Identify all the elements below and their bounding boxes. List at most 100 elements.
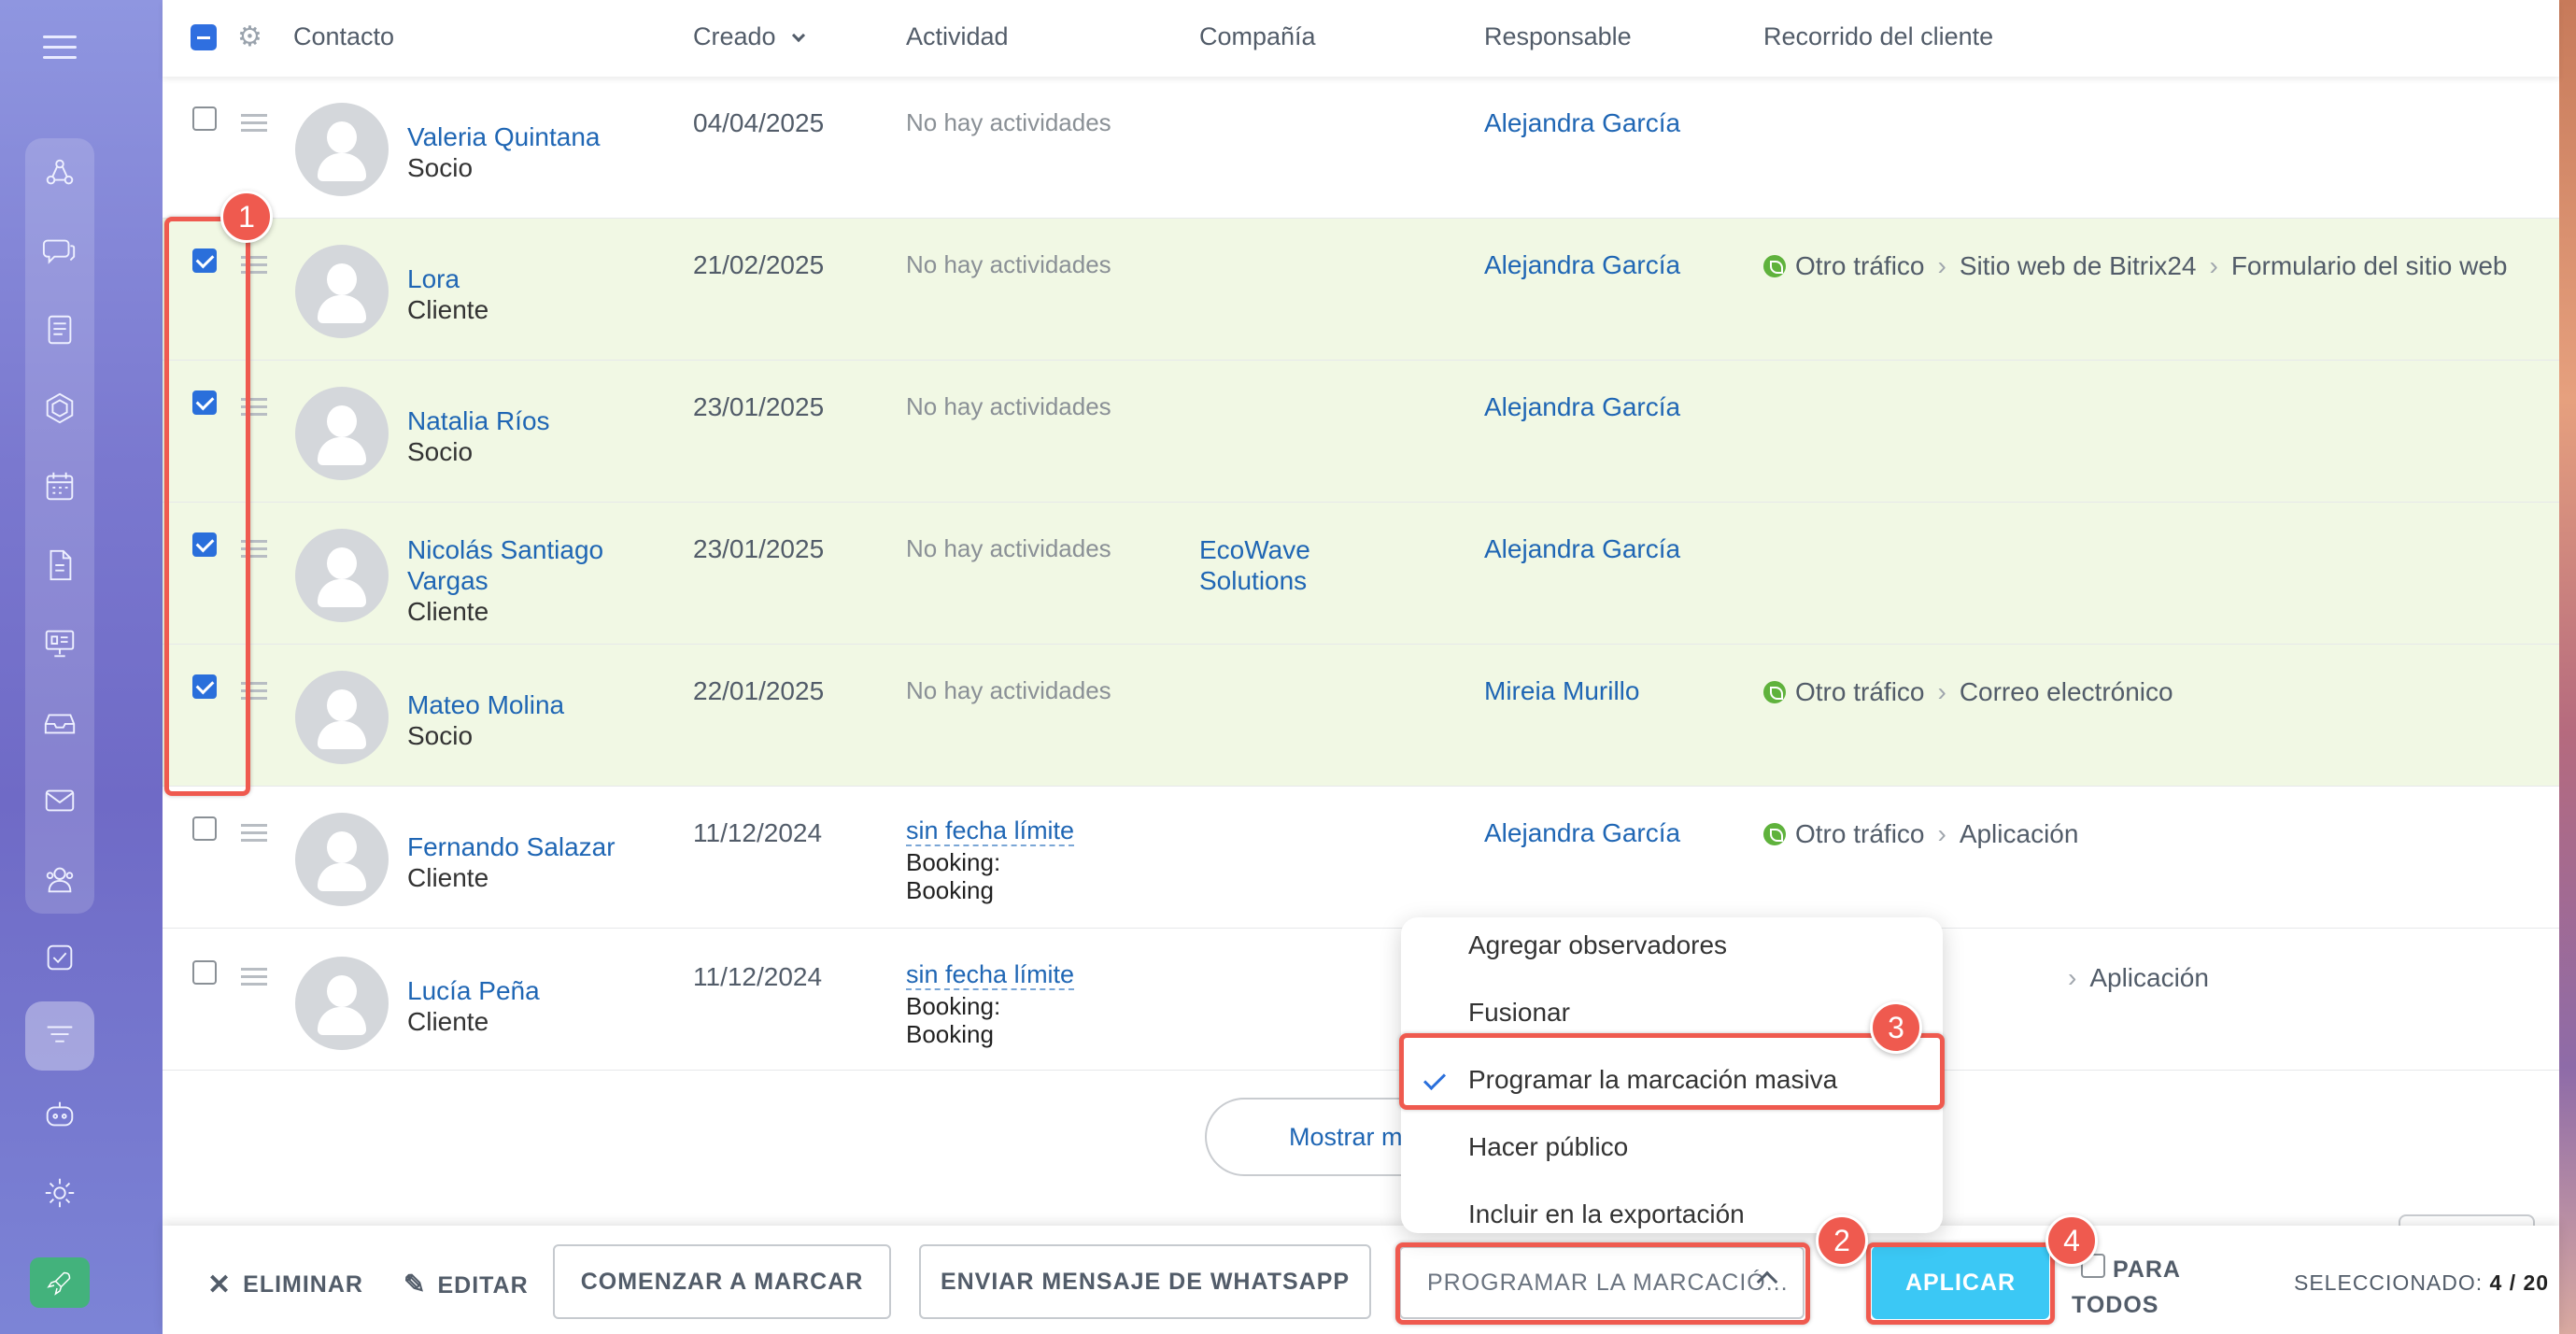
annotation-badge: 2 bbox=[1816, 1214, 1868, 1267]
close-icon: ✕ bbox=[207, 1270, 233, 1300]
tasks-icon[interactable] bbox=[25, 923, 94, 992]
left-sidebar bbox=[0, 0, 163, 1334]
responsible-name[interactable]: Alejandra García bbox=[1484, 250, 1680, 280]
chevron-right-icon: › bbox=[2209, 251, 2218, 280]
funnel-icon[interactable] bbox=[25, 1001, 94, 1071]
mail-icon[interactable] bbox=[25, 766, 94, 835]
robot-icon[interactable] bbox=[25, 1080, 94, 1149]
start-dialing-button[interactable]: COMENZAR A MARCAR bbox=[553, 1244, 891, 1319]
table-row[interactable]: Lucía Peña Cliente 11/12/2024 sin fecha … bbox=[163, 929, 2559, 1071]
rocket-icon[interactable] bbox=[30, 1257, 90, 1308]
gear-icon[interactable] bbox=[25, 1158, 94, 1228]
menu-icon[interactable] bbox=[43, 35, 77, 60]
chevron-right-icon: › bbox=[1937, 251, 1946, 280]
company-name[interactable]: EcoWave Solutions bbox=[1199, 534, 1386, 596]
document-icon[interactable] bbox=[25, 531, 94, 600]
table-header: ⚙ Contacto Creado Actividad Compañía Res… bbox=[163, 0, 2559, 77]
drag-handle-icon[interactable] bbox=[241, 968, 267, 990]
avatar bbox=[295, 671, 389, 764]
activity-deadline-link[interactable]: sin fecha límite bbox=[906, 816, 1075, 846]
chevron-down-icon bbox=[792, 28, 806, 43]
traffic-source-icon bbox=[1763, 823, 1786, 845]
table-row[interactable]: Valeria Quintana Socio 04/04/2025 No hay… bbox=[163, 77, 2559, 219]
responsible-name[interactable]: Alejandra García bbox=[1484, 392, 1680, 422]
delete-label: ELIMINAR bbox=[243, 1271, 363, 1298]
customer-journey: Otro tráfico › Sitio web de Bitrix24 › Formu… bbox=[1763, 250, 2529, 281]
pencil-icon: ✎ bbox=[403, 1270, 427, 1299]
edit-button[interactable]: ✎ EDITAR bbox=[403, 1269, 529, 1299]
created-date: 04/04/2025 bbox=[693, 108, 825, 137]
activity-status: No hay actividades bbox=[906, 534, 1111, 562]
activity-description: Booking: Booking bbox=[906, 848, 1001, 904]
contact-type: Cliente bbox=[407, 295, 489, 324]
column-contact[interactable]: Contacto bbox=[293, 22, 394, 51]
traffic-source-icon bbox=[1763, 255, 1786, 277]
feed-icon[interactable] bbox=[25, 295, 94, 364]
row-checkbox[interactable] bbox=[192, 960, 217, 985]
crm-icon[interactable] bbox=[25, 138, 94, 207]
column-responsible[interactable]: Responsable bbox=[1484, 22, 1632, 51]
journey-step: Otro tráfico bbox=[1795, 819, 1925, 848]
responsible-name[interactable]: Alejandra García bbox=[1484, 818, 1680, 848]
presentation-icon[interactable] bbox=[25, 609, 94, 678]
activity-status: No hay actividades bbox=[906, 250, 1111, 278]
contact-type: Socio bbox=[407, 721, 474, 750]
chat-icon[interactable] bbox=[25, 217, 94, 286]
chevron-right-icon: › bbox=[1937, 677, 1946, 706]
journey-step: Sitio web de Bitrix24 bbox=[1959, 251, 2197, 280]
responsible-name[interactable]: Mireia Murillo bbox=[1484, 676, 1639, 706]
table-row[interactable]: Lora Cliente 21/02/2025 No hay actividad… bbox=[163, 219, 2559, 361]
table-row[interactable]: Natalia Ríos Socio 23/01/2025 No hay act… bbox=[163, 361, 2559, 503]
contact-name[interactable]: Lora bbox=[407, 263, 631, 294]
dropdown-item-merge[interactable]: Fusionar bbox=[1401, 985, 1943, 1041]
inbox-icon[interactable] bbox=[25, 688, 94, 757]
selected-counter-value: 4 / 20 bbox=[2489, 1270, 2550, 1295]
contact-name[interactable]: Lucía Peña bbox=[407, 975, 631, 1006]
activity-deadline-link[interactable]: sin fecha límite bbox=[906, 960, 1075, 990]
responsible-name[interactable]: Alejandra García bbox=[1484, 534, 1680, 564]
contact-type: Cliente bbox=[407, 597, 489, 626]
dropdown-item-make-public[interactable]: Hacer público bbox=[1401, 1119, 1943, 1175]
avatar bbox=[295, 529, 389, 622]
table-row[interactable]: Nicolás Santiago Vargas Cliente 23/01/20… bbox=[163, 503, 2559, 645]
created-date: 23/01/2025 bbox=[693, 534, 825, 563]
table-row[interactable]: Fernando Salazar Cliente 11/12/2024 sin … bbox=[163, 787, 2559, 929]
calendar-icon[interactable] bbox=[25, 452, 94, 521]
contact-type: Socio bbox=[407, 437, 474, 466]
row-checkbox[interactable] bbox=[192, 816, 217, 841]
responsible-name[interactable]: Alejandra García bbox=[1484, 108, 1680, 138]
column-created[interactable]: Creado bbox=[693, 22, 806, 51]
hexagon-icon[interactable] bbox=[25, 374, 94, 443]
avatar bbox=[295, 387, 389, 480]
dropdown-item-add-observers[interactable]: Agregar observadores bbox=[1401, 917, 1943, 973]
contact-name[interactable]: Mateo Molina bbox=[407, 689, 631, 720]
row-checkbox[interactable] bbox=[192, 106, 217, 131]
annotation-highlight-checkboxes bbox=[164, 217, 250, 796]
contact-type: Cliente bbox=[407, 863, 489, 892]
journey-step: Aplicación bbox=[1959, 819, 2079, 848]
contact-name[interactable]: Natalia Ríos bbox=[407, 405, 631, 436]
contact-name[interactable]: Nicolás Santiago Vargas bbox=[407, 534, 631, 596]
gear-icon[interactable]: ⚙ bbox=[237, 21, 262, 53]
contact-type: Cliente bbox=[407, 1007, 489, 1036]
annotation-badge: 3 bbox=[1870, 1001, 1922, 1054]
contact-name[interactable]: Fernando Salazar bbox=[407, 831, 631, 862]
column-journey[interactable]: Recorrido del cliente bbox=[1763, 22, 1993, 51]
delete-button[interactable]: ✕ ELIMINAR bbox=[207, 1269, 363, 1301]
contact-name[interactable]: Valeria Quintana bbox=[407, 121, 631, 152]
send-whatsapp-button[interactable]: ENVIAR MENSAJE DE WHATSAPP bbox=[919, 1244, 1371, 1319]
activity-status: No hay actividades bbox=[906, 108, 1111, 136]
column-company[interactable]: Compañía bbox=[1199, 22, 1316, 51]
column-activity[interactable]: Actividad bbox=[906, 22, 1009, 51]
annotation-highlight-dropdown-item bbox=[1399, 1033, 1945, 1110]
contacts-icon[interactable] bbox=[25, 844, 94, 914]
traffic-source-icon bbox=[1763, 681, 1786, 703]
journey-step: Aplicación bbox=[2089, 963, 2209, 992]
drag-handle-icon[interactable] bbox=[241, 114, 267, 136]
select-all-checkbox[interactable] bbox=[191, 24, 217, 50]
table-row[interactable]: Mateo Molina Socio 22/01/2025 No hay act… bbox=[163, 645, 2559, 787]
created-date: 23/01/2025 bbox=[693, 392, 825, 421]
created-date: 22/01/2025 bbox=[693, 676, 825, 705]
drag-handle-icon[interactable] bbox=[241, 824, 267, 846]
bulk-action-bar: ✕ ELIMINAR ✎ EDITAR COMENZAR A MARCAR ENVI… bbox=[163, 1226, 2559, 1334]
